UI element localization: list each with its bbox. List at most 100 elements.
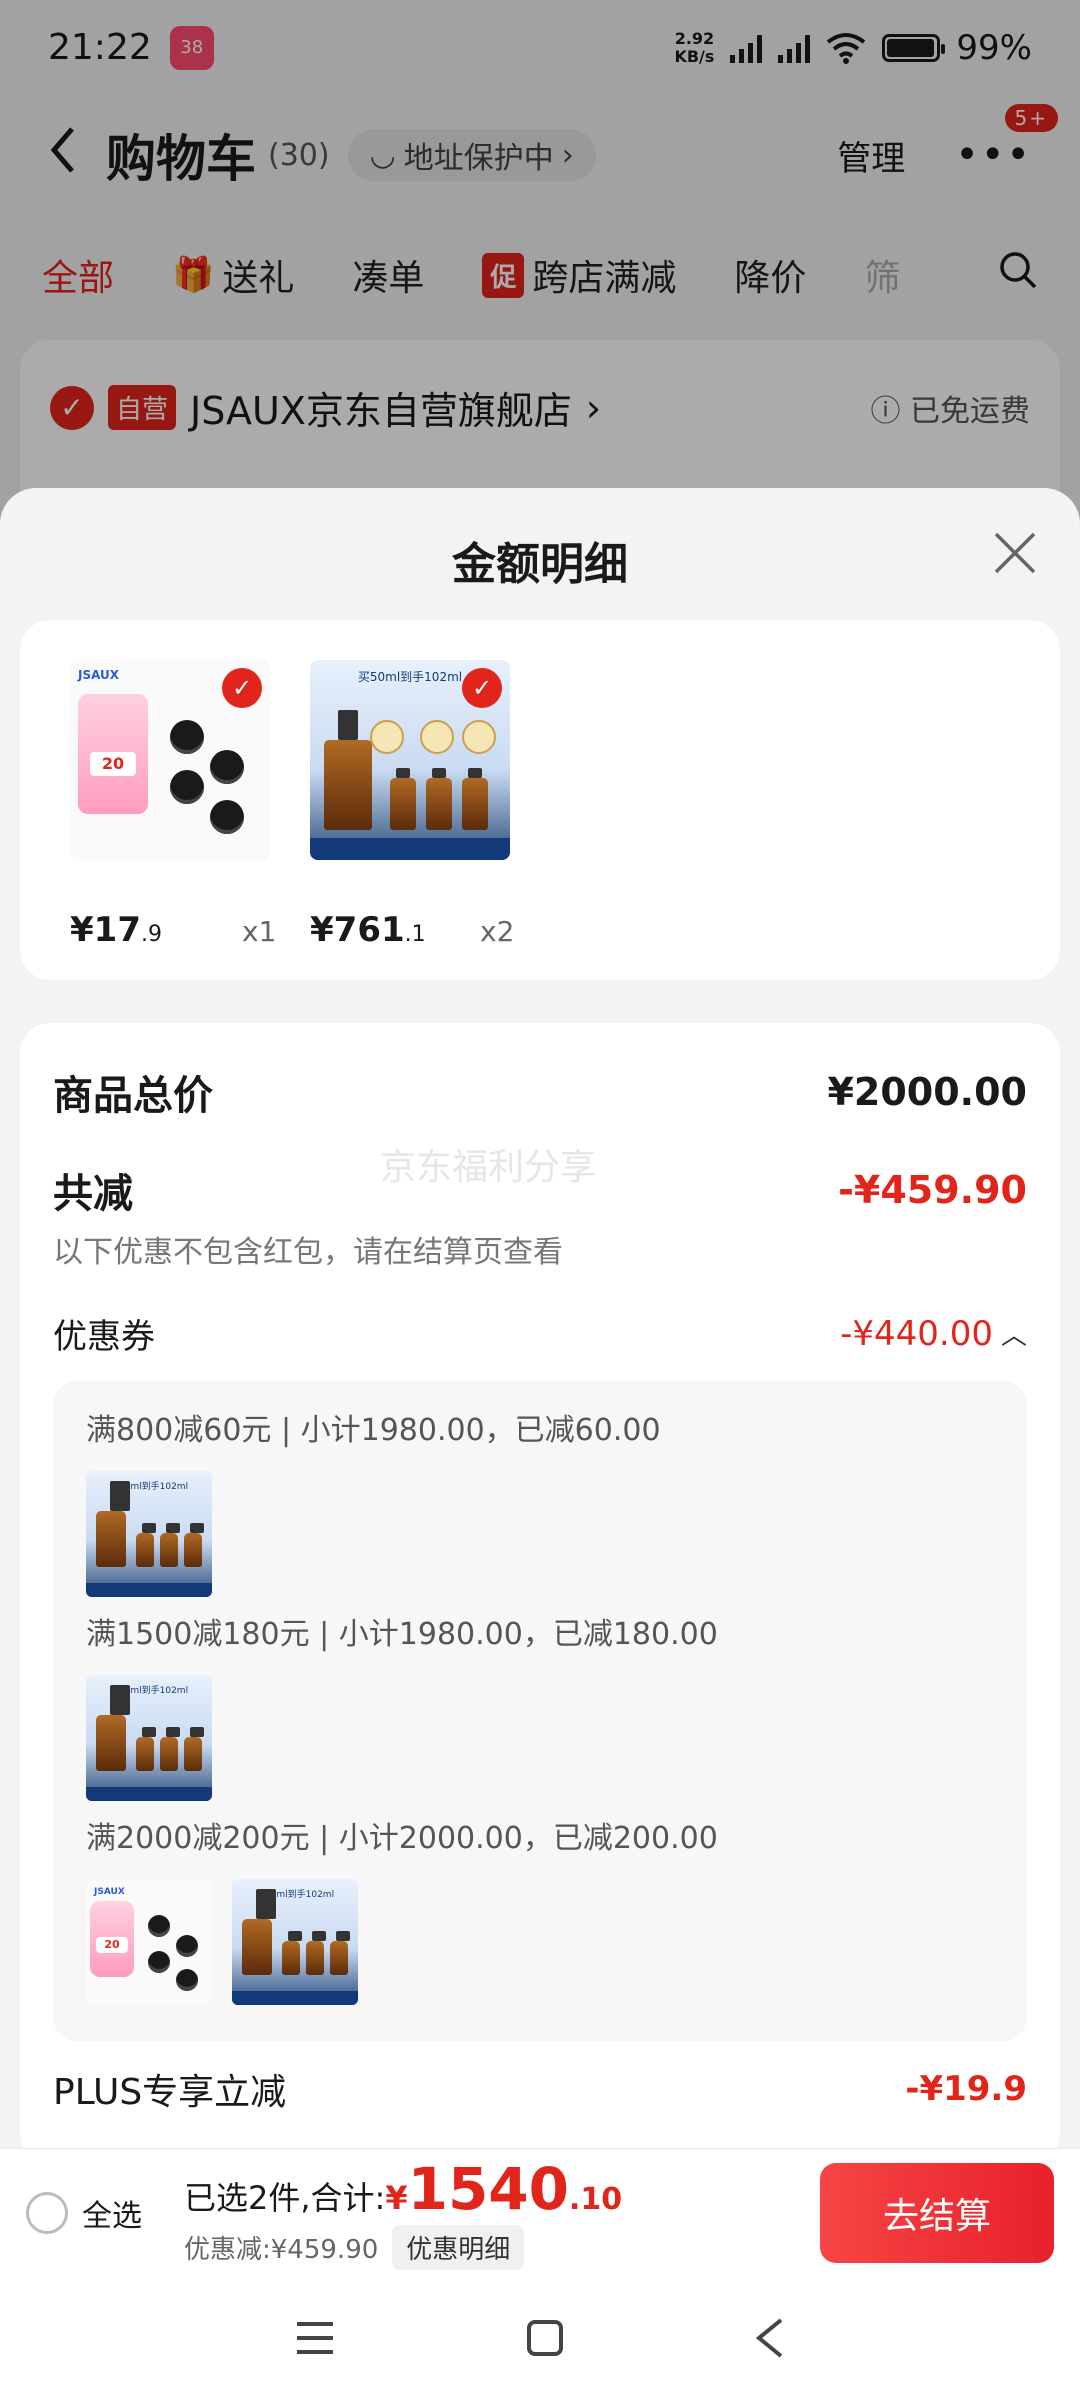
amount-detail-sheet: 金额明细 JSAUX 20 ✓ ¥17.9 x1 买50ml到手102ml ✓ … [0,488,1080,2148]
bottle-image [184,1523,204,1567]
thumbstick-cap [148,1951,170,1973]
coupon-rule: 满2000减200元 | 小计2000.00，已减200.00 [86,1821,718,1856]
bottle-image [96,1685,130,1771]
coupon-rule: 满1500减180元 | 小计1980.00，已减180.00 [86,1617,718,1652]
total-discount-label: 共减 [53,1171,133,1217]
bottle-image [462,768,488,830]
product-image: 买50ml到手102ml ✓ [310,660,510,860]
bottle-image [184,1727,204,1771]
thumbstick-cap [176,1969,198,1991]
currency-symbol: ¥ [385,2179,408,2217]
coupon-value: -¥440.00 ︿ [840,1314,1027,1354]
coupon-items: 买50ml到手102ml [86,1471,994,1597]
total-amount: 1540 [407,2155,570,2223]
delivery-band [86,1583,212,1597]
brand-logo: JSAUX [94,1887,125,1897]
selected-check-icon: ✓ [462,668,502,708]
sheet-title: 金额明细 [452,539,628,590]
plus-discount-row: PLUS专享立减 -¥19.9 [53,2063,1027,2115]
bottle-image [96,1481,130,1567]
discount-note: 以下优惠不包含红包，请在结算页查看 [53,1235,563,1270]
discount-amount: 优惠减:¥459.90 [184,2235,379,2265]
thumbstick-cap [148,1915,170,1937]
close-button[interactable] [990,528,1040,578]
close-icon [994,532,1036,574]
selected-item[interactable]: 买50ml到手102ml ✓ ¥761.1 x2 [310,660,520,950]
bottle-image [136,1727,156,1771]
selected-check-icon: ✓ [222,668,262,708]
selected-item[interactable]: JSAUX 20 ✓ ¥17.9 x1 [70,660,280,950]
back-nav-button[interactable] [755,2318,785,2358]
coupon-items: 买50ml到手102ml [86,1675,994,1801]
back-triangle-icon [755,2318,782,2358]
select-all-label[interactable]: 全选 [82,2191,142,2235]
chevron-up-icon[interactable]: ︿ [1001,1315,1027,1352]
thumbstick-cap [170,720,204,754]
bottle-image [306,1931,326,1975]
discount-line: 优惠减:¥459.90 优惠明细 [184,2225,622,2270]
bottle-image [160,1523,180,1567]
product-image: 买50ml到手102ml [86,1471,212,1597]
delivery-band [232,1991,358,2005]
coupon-items: JSAUX 20 买50ml到手102ml [86,1879,994,2005]
item-qty: x2 [480,915,515,948]
bottle-image [330,1931,350,1975]
price-decimal: .1 [404,922,426,947]
home-button[interactable] [526,2319,564,2357]
price-main: ¥17 [70,910,141,950]
price-main: ¥761 [310,910,405,950]
price-decimal: .9 [140,922,162,947]
bottle-image [282,1931,302,1975]
bottle-image [426,768,452,830]
home-square-icon [526,2320,563,2356]
thumbstick-cap [176,1935,198,1957]
item-price: ¥761.1 [310,910,426,950]
item-price: ¥17.9 [70,910,162,950]
item-qty: x1 [242,915,277,948]
discount-detail-button[interactable]: 优惠明细 [392,2225,525,2270]
total-decimal: .10 [569,2182,623,2217]
thumbstick-cap [210,800,244,834]
goods-total-label: 商品总价 [53,1073,213,1119]
coupon-label: 优惠券 [53,1317,155,1357]
badge-circle [370,720,404,754]
product-image: 买50ml到手102ml [232,1879,358,2005]
thumbstick-cap [210,750,244,784]
bottle-image [136,1523,156,1567]
bottle-image [160,1727,180,1771]
product-image: JSAUX 20 [86,1879,212,2005]
coupon-rule: 满800减60元 | 小计1980.00，已减60.00 [86,1413,661,1448]
total-discount-row: 共减 -¥459.90 [53,1161,1027,1219]
brand-logo: JSAUX [78,668,120,682]
badge-circle [462,720,496,754]
selected-items-card: JSAUX 20 ✓ ¥17.9 x1 买50ml到手102ml ✓ ¥761.… [20,620,1060,980]
delivery-band [310,838,510,860]
price-detail-card: 京东福利分享 商品总价 ¥2000.00 共减 -¥459.90 以下优惠不包含… [20,1023,1060,2148]
menu-icon [297,2322,334,2354]
coupon-row[interactable]: 优惠券 -¥440.00 ︿ [53,1309,1027,1358]
promo-card-value: 20 [96,1937,128,1953]
plus-discount-label: PLUS专享立减 [53,2072,287,2113]
promo-card: 20 [78,694,148,814]
checkout-button[interactable]: 去结算 [820,2162,1054,2263]
bottle-image [324,710,372,830]
select-all-radio[interactable] [26,2191,68,2234]
system-nav-bar [0,2276,1080,2400]
checkout-bar: 全选 已选2件,合计: ¥ 1540 .10 优惠减:¥459.90 优惠明细 … [0,2148,1080,2276]
plus-discount-value: -¥19.9 [905,2069,1027,2109]
coupon-breakdown: 满800减60元 | 小计1980.00，已减60.00 买50ml到手102m… [53,1381,1027,2041]
badge-circle [420,720,454,754]
total-summary: 已选2件,合计: ¥ 1540 .10 优惠减:¥459.90 优惠明细 [184,2155,622,2270]
goods-total-value: ¥2000.00 [827,1070,1027,1114]
bottle-image [390,768,416,830]
selected-count: 已选2件,合计: [184,2179,386,2217]
product-image: JSAUX 20 ✓ [70,660,270,860]
total-line: 已选2件,合计: ¥ 1540 .10 [184,2155,622,2223]
total-discount-value: -¥459.90 [838,1168,1027,1212]
goods-total-row: 商品总价 ¥2000.00 [53,1063,1027,1121]
promo-card-value: 20 [90,752,136,776]
menu-button[interactable] [295,2321,335,2355]
promo-card: 20 [90,1901,134,1977]
product-image: 买50ml到手102ml [86,1675,212,1801]
delivery-band [86,1787,212,1801]
